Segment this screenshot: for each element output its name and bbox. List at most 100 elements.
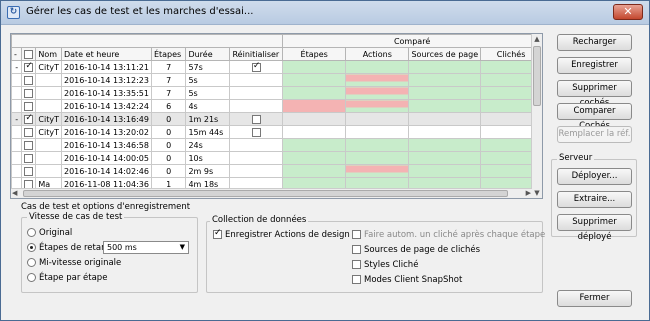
table-row[interactable]: -CityT2016-10-14 13:11:21757s — [11, 60, 542, 74]
steps-cell: 7 — [150, 73, 187, 87]
scroll-thumb[interactable] — [533, 46, 541, 106]
speed-original-radio[interactable]: Original — [27, 228, 72, 238]
row-checkbox[interactable] — [24, 75, 34, 85]
name-cell — [35, 151, 62, 165]
column-header[interactable]: Étapes — [282, 47, 347, 61]
speed-group-label: Vitesse de cas de test — [27, 212, 125, 222]
dropdown-arrow-icon: ▼ — [179, 243, 185, 251]
test-runs-grid[interactable]: Comparé - Nom Date et heure Étapes Durée Réin… — [10, 33, 543, 199]
compare-checked-button[interactable]: Comparer Cochés — [557, 103, 632, 131]
compare-steps-cell — [282, 138, 347, 152]
expand-toggle — [11, 86, 23, 100]
compare-steps-cell — [282, 125, 347, 139]
client-modes-checkbox[interactable]: Modes Client SnapShot — [352, 275, 462, 285]
expand-toggle — [11, 138, 23, 152]
table-row[interactable]: 2016-10-14 13:42:24 6 4s — [11, 99, 542, 113]
steps-cell: 7 — [150, 60, 187, 74]
row-checkbox[interactable] — [24, 153, 34, 163]
replace-reference-button[interactable]: Remplacer la réf. — [557, 126, 632, 143]
row-checkbox[interactable] — [24, 166, 34, 176]
options-section-label: Cas de test et options d'enregistrement — [21, 202, 191, 212]
column-header[interactable]: Sources de page — [408, 47, 482, 61]
column-header[interactable]: - — [11, 47, 23, 61]
scroll-right-arrow-icon[interactable]: ▶ — [526, 189, 531, 197]
scroll-left-arrow-icon[interactable]: ◀ — [12, 189, 17, 197]
save-button[interactable]: Enregistrer — [557, 57, 632, 74]
page-sources-checkbox[interactable]: Sources de page de clichés — [352, 245, 480, 255]
table-row[interactable]: 2016-10-14 13:35:51 7 5s — [11, 86, 542, 100]
duration-cell: 5s — [185, 86, 231, 100]
table-row[interactable]: -CityT2016-10-14 13:16:4901m 21s — [11, 112, 542, 126]
reset-cell — [229, 151, 284, 165]
speed-delayed-label: Étapes de retard — [39, 243, 110, 253]
delay-select[interactable]: 500 ms ▼ — [103, 241, 189, 254]
row-checkbox[interactable] — [24, 114, 34, 124]
column-header[interactable]: Nom — [35, 47, 62, 61]
compare-actions-cell — [345, 151, 410, 165]
name-cell: CityT — [35, 60, 62, 74]
select-all-checkbox[interactable] — [24, 49, 34, 59]
compare-sources-cell — [408, 112, 482, 126]
reset-checkbox[interactable] — [251, 62, 261, 72]
compare-sources-cell — [408, 86, 482, 100]
auto-snapshot-checkbox[interactable]: Faire autom. un cliché après chaque étap… — [352, 230, 545, 240]
column-header[interactable]: Étapes — [150, 47, 187, 61]
app-icon: ↻ — [7, 6, 20, 19]
scroll-down-arrow-icon[interactable]: ▼ — [532, 188, 542, 198]
table-row[interactable]: 2016-10-14 13:12:23 7 5s — [11, 73, 542, 87]
delete-deployed-button[interactable]: Supprimer déployé — [557, 214, 632, 242]
record-actions-checkbox[interactable]: Enregistrer Actions de design — [213, 228, 350, 240]
column-header[interactable]: Actions — [345, 47, 410, 61]
date-cell: 2016-10-14 13:46:58 — [60, 138, 152, 152]
page-sources-label: Sources de page de clichés — [364, 245, 481, 255]
compare-steps-cell — [282, 164, 347, 178]
scroll-up-arrow-icon[interactable]: ▲ — [532, 34, 542, 44]
row-checkbox[interactable] — [24, 62, 34, 72]
name-cell: CityT — [35, 125, 62, 139]
speed-delayed-radio[interactable]: Étapes de retard — [27, 243, 110, 253]
grid-horizontal-scrollbar[interactable]: ◀ ▶ — [11, 188, 532, 198]
row-checkbox[interactable] — [24, 127, 34, 137]
reset-cell — [229, 60, 284, 74]
radio-selected-icon — [27, 243, 36, 252]
speed-step-radio[interactable]: Étape par étape — [27, 273, 107, 283]
row-checkbox[interactable] — [24, 88, 34, 98]
column-header[interactable]: Réinitialiser — [229, 47, 284, 61]
column-header[interactable]: Durée — [185, 47, 231, 61]
extract-button[interactable]: Extraire... — [557, 191, 632, 208]
expand-toggle — [11, 99, 23, 113]
speed-half-radio[interactable]: Mi-vitesse originale — [27, 258, 121, 268]
snapshot-styles-checkbox[interactable]: Styles Cliché — [352, 260, 418, 270]
table-row[interactable]: 2016-10-14 13:46:58 0 24s — [11, 138, 542, 152]
close-button[interactable]: Fermer — [557, 290, 632, 307]
hscroll-thumb[interactable] — [23, 190, 508, 197]
column-header[interactable] — [21, 47, 37, 61]
deploy-button[interactable]: Déployer... — [557, 168, 632, 185]
steps-cell: 0 — [150, 112, 187, 126]
date-cell: 2016-10-14 13:12:23 — [60, 73, 152, 87]
checkbox-icon — [352, 275, 361, 284]
delete-checked-button[interactable]: Supprimer cochés — [557, 80, 632, 108]
date-cell: 2016-10-14 14:00:05 — [60, 151, 152, 165]
compare-actions-cell — [345, 60, 410, 74]
row-checkbox[interactable] — [24, 140, 34, 150]
reload-button[interactable]: Recharger — [557, 34, 632, 51]
record-actions-label: Enregistrer Actions de design — [225, 230, 350, 240]
close-window-button[interactable]: ✕ — [613, 4, 643, 20]
row-checkbox[interactable] — [24, 101, 34, 111]
table-row[interactable]: 2016-10-14 14:02:46 0 2m 9s — [11, 164, 542, 178]
speed-step-label: Étape par étape — [39, 273, 108, 283]
expand-toggle — [11, 73, 23, 87]
reset-checkbox[interactable] — [251, 127, 261, 137]
table-row[interactable]: CityT 2016-10-14 13:20:02 0 15m 44s — [11, 125, 542, 139]
compare-actions-cell — [345, 99, 410, 113]
reset-checkbox[interactable] — [251, 114, 261, 124]
grid-vertical-scrollbar[interactable]: ▲ ▼ — [531, 34, 542, 198]
compare-sources-cell — [408, 151, 482, 165]
name-cell — [35, 99, 62, 113]
compare-sources-cell — [408, 60, 482, 74]
column-header[interactable]: Date et heure — [60, 47, 152, 61]
table-row[interactable]: 2016-10-14 14:00:05 0 10s — [11, 151, 542, 165]
expand-toggle — [11, 164, 23, 178]
steps-cell: 0 — [150, 125, 187, 139]
